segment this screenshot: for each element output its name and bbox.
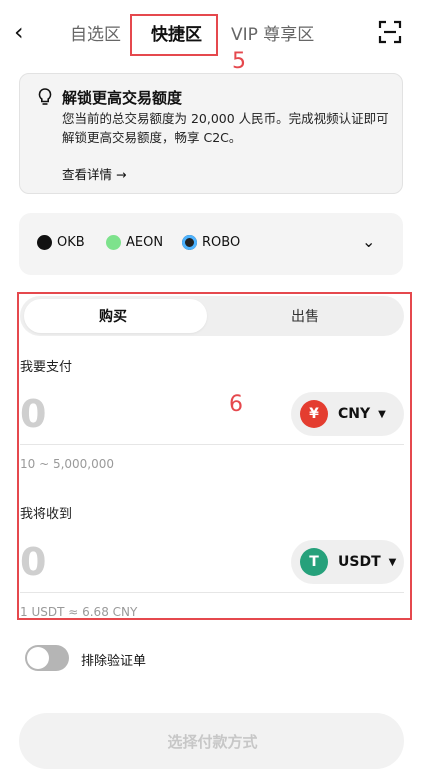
cny-icon: ¥ xyxy=(300,400,328,428)
pay-currency-select[interactable]: ¥ CNY ▼ xyxy=(291,392,404,436)
caret-down-icon: ▼ xyxy=(388,556,397,568)
receive-label: 我将收到 xyxy=(20,507,73,522)
coin-aeon[interactable]: AEON xyxy=(106,235,163,250)
view-details-link[interactable]: 查看详情 → xyxy=(62,164,126,183)
buy-tab[interactable]: 购买 xyxy=(99,306,127,326)
select-payment-label: 选择付款方式 xyxy=(167,733,258,751)
scan-icon[interactable] xyxy=(378,20,402,44)
chevron-left-icon: ‹ xyxy=(14,18,24,46)
receive-amount-input[interactable]: 0 xyxy=(20,540,46,584)
chevron-down-icon[interactable]: ⌄ xyxy=(362,232,375,251)
pay-label: 我要支付 xyxy=(20,360,73,375)
divider xyxy=(20,444,404,445)
notice-body: 您当前的总交易额度为 20,000 人民币。完成视频认证即可解锁更高交易额度，畅… xyxy=(62,111,389,145)
lightbulb-icon xyxy=(38,88,52,105)
coin-robo[interactable]: ROBO xyxy=(182,235,240,250)
annotation-label-6: 6 xyxy=(229,392,243,417)
rate-hint: 1 USDT ≈ 6.68 CNY xyxy=(20,605,138,619)
notice-title: 解锁更高交易额度 xyxy=(62,89,183,107)
receive-currency-select[interactable]: T USDT ▼ xyxy=(291,540,404,584)
robo-icon xyxy=(182,235,197,250)
okb-icon xyxy=(37,235,52,250)
tab-favorites[interactable]: 自选区 xyxy=(70,20,121,45)
pay-range-hint: 10 ~ 5,000,000 xyxy=(20,457,115,471)
coin-okb[interactable]: OKB xyxy=(37,235,85,250)
pay-amount-input[interactable]: 0 xyxy=(20,392,46,436)
usdt-icon: T xyxy=(300,548,328,576)
exclude-verified-label: 排除验证单 xyxy=(81,654,147,669)
divider xyxy=(20,592,404,593)
annotation-label-5: 5 xyxy=(232,49,246,74)
toggle-knob xyxy=(27,647,49,669)
aeon-icon xyxy=(106,235,121,250)
sell-tab[interactable]: 出售 xyxy=(291,306,319,326)
annotation-box-5 xyxy=(130,14,218,56)
caret-down-icon: ▼ xyxy=(378,408,386,420)
back-button[interactable]: ‹ xyxy=(14,18,34,46)
tab-vip[interactable]: VIP 尊享区 xyxy=(231,20,314,45)
